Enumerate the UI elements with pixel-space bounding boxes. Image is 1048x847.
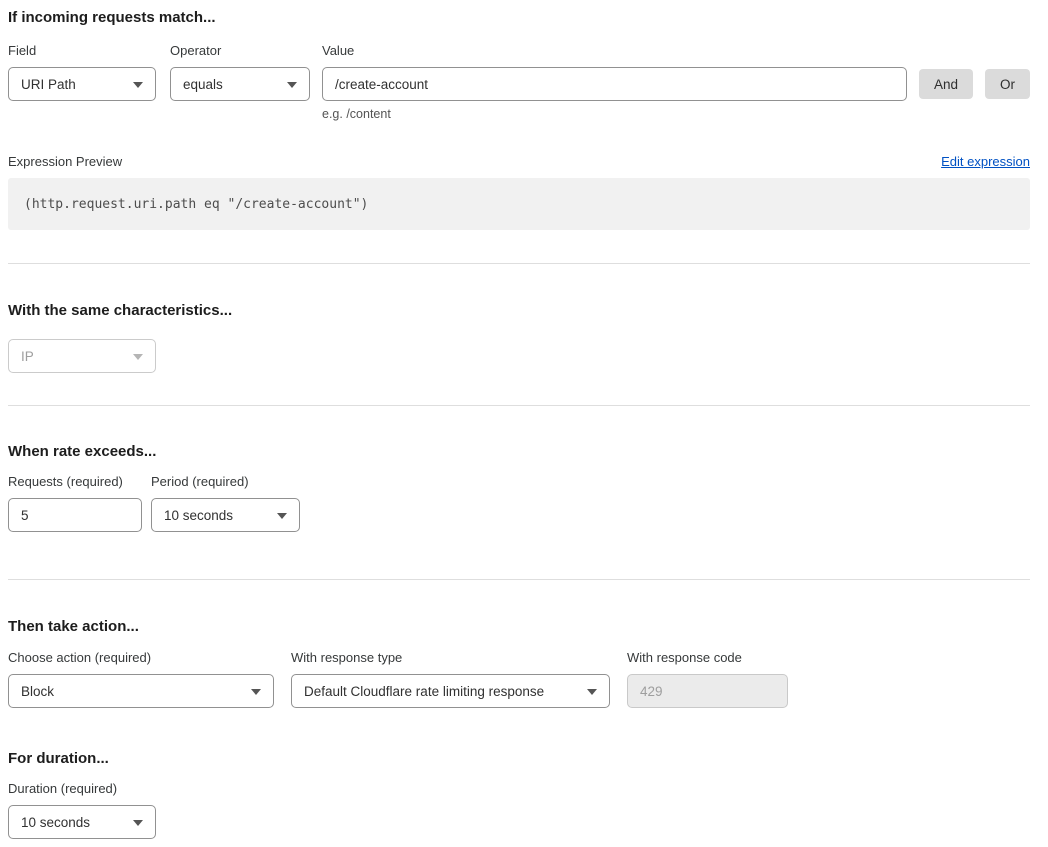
field-group-value: Value e.g. /content: [322, 43, 907, 121]
field-group-choose-action: Choose action (required) Block: [8, 650, 274, 708]
section-title-action: Then take action...: [8, 617, 1030, 636]
choose-action-select[interactable]: Block: [8, 674, 274, 708]
response-type-select-value: Default Cloudflare rate limiting respons…: [304, 684, 544, 699]
duration-label: Duration (required): [8, 781, 156, 797]
field-select-value: URI Path: [21, 77, 76, 92]
field-group-period: Period (required) 10 seconds: [151, 474, 300, 532]
period-select[interactable]: 10 seconds: [151, 498, 300, 532]
chevron-down-icon: [133, 354, 143, 360]
duration-select-value: 10 seconds: [21, 815, 90, 830]
section-title-rate: When rate exceeds...: [8, 442, 1030, 461]
rate-controls-row: Requests (required) Period (required) 10…: [8, 474, 1030, 532]
chevron-down-icon: [133, 820, 143, 826]
field-group-operator: Operator equals: [170, 43, 310, 101]
period-select-value: 10 seconds: [164, 508, 233, 523]
operator-label: Operator: [170, 43, 310, 59]
requests-label: Requests (required): [8, 474, 142, 490]
section-same-characteristics: With the same characteristics... IP: [8, 301, 1030, 373]
choose-action-label: Choose action (required): [8, 650, 274, 666]
field-group-response-code: With response code: [627, 650, 788, 708]
characteristics-select: IP: [8, 339, 156, 373]
field-select[interactable]: URI Path: [8, 67, 156, 101]
section-rate-exceeds: When rate exceeds... Requests (required)…: [8, 442, 1030, 532]
rate-limiting-rule-form: If incoming requests match... Field URI …: [0, 0, 1048, 847]
action-controls-row: Choose action (required) Block With resp…: [8, 650, 1030, 708]
response-code-label: With response code: [627, 650, 788, 666]
section-divider: [8, 579, 1030, 580]
chevron-down-icon: [277, 513, 287, 519]
field-group-requests: Requests (required): [8, 474, 142, 532]
edit-expression-link[interactable]: Edit expression: [941, 154, 1030, 169]
period-label: Period (required): [151, 474, 300, 490]
expression-preview-label: Expression Preview: [8, 154, 122, 169]
section-title-match: If incoming requests match...: [8, 8, 1030, 27]
operator-select[interactable]: equals: [170, 67, 310, 101]
and-button[interactable]: And: [919, 69, 973, 99]
value-input[interactable]: [322, 67, 907, 101]
match-controls-row: Field URI Path Operator equals Value e.g…: [8, 43, 1030, 121]
field-group-response-type: With response type Default Cloudflare ra…: [291, 650, 610, 708]
response-type-select[interactable]: Default Cloudflare rate limiting respons…: [291, 674, 610, 708]
section-title-characteristics: With the same characteristics...: [8, 301, 1030, 320]
response-code-input: [627, 674, 788, 708]
chevron-down-icon: [133, 82, 143, 88]
chevron-down-icon: [587, 689, 597, 695]
expression-preview-box: (http.request.uri.path eq "/create-accou…: [8, 178, 1030, 230]
characteristics-select-value: IP: [21, 349, 34, 364]
expression-connectors: And Or: [919, 43, 1030, 99]
duration-select[interactable]: 10 seconds: [8, 805, 156, 839]
section-for-duration: For duration... Duration (required) 10 s…: [8, 749, 1030, 839]
field-label: Field: [8, 43, 156, 59]
value-label: Value: [322, 43, 907, 59]
operator-select-value: equals: [183, 77, 223, 92]
or-button[interactable]: Or: [985, 69, 1030, 99]
chevron-down-icon: [287, 82, 297, 88]
field-group-duration: Duration (required) 10 seconds: [8, 781, 156, 839]
section-take-action: Then take action... Choose action (requi…: [8, 617, 1030, 708]
section-divider: [8, 263, 1030, 264]
field-group-field: Field URI Path: [8, 43, 156, 101]
section-divider: [8, 405, 1030, 406]
requests-input[interactable]: [8, 498, 142, 532]
chevron-down-icon: [251, 689, 261, 695]
response-type-label: With response type: [291, 650, 610, 666]
expression-preview-header: Expression Preview Edit expression: [8, 154, 1030, 169]
choose-action-select-value: Block: [21, 684, 54, 699]
section-incoming-requests-match: If incoming requests match... Field URI …: [8, 8, 1030, 230]
value-helper-text: e.g. /content: [322, 107, 907, 121]
expression-code: (http.request.uri.path eq "/create-accou…: [24, 197, 368, 212]
section-title-duration: For duration...: [8, 749, 1030, 768]
